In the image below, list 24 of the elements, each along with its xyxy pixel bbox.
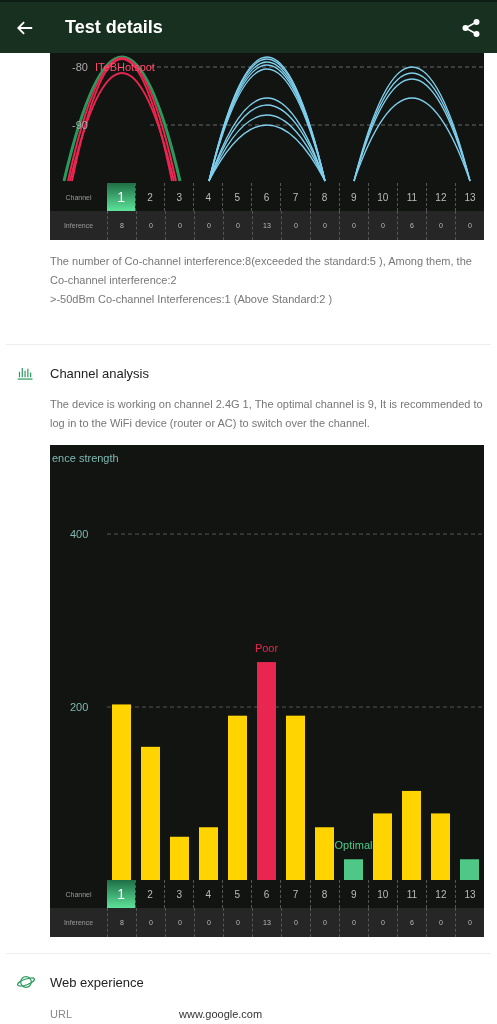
bar-annotation: Optimal bbox=[334, 839, 373, 852]
channel-description: The device is working on channel 2.4G 1, The optimal channel is 9, It is recommended to log in to the WiFi device (router or AC) to switch over the channel. bbox=[50, 397, 484, 431]
section-title: Web experience bbox=[50, 974, 144, 990]
screen-title: Test details bbox=[65, 17, 164, 38]
axis-tick: -80 bbox=[72, 61, 88, 73]
field-label: URL bbox=[50, 1008, 73, 1020]
bar bbox=[315, 827, 334, 880]
bar-annotation: Poor bbox=[254, 642, 279, 655]
field-value: www.google.com bbox=[179, 1008, 263, 1020]
bar bbox=[344, 859, 363, 880]
interference-text: >-50dBm Co-channel Interferences:1 (Above Standard:2 ) bbox=[50, 292, 334, 307]
axis-title: ence strength bbox=[52, 452, 119, 464]
bar bbox=[170, 836, 189, 880]
bar bbox=[373, 813, 392, 880]
section-title: Channel analysis bbox=[50, 365, 149, 381]
bar bbox=[460, 859, 479, 880]
axis-tick: 200 bbox=[70, 701, 89, 714]
axis-tick: 400 bbox=[70, 528, 89, 541]
bar bbox=[431, 813, 450, 880]
share-icon[interactable] bbox=[461, 17, 481, 38]
bar bbox=[199, 827, 218, 880]
interference-text: The number of Co-channel interference:8(exceeded the standard:5 ), Among them, the Co-channel interference:2 bbox=[50, 254, 473, 288]
bar-chart-icon bbox=[16, 366, 36, 380]
planet-icon bbox=[16, 974, 36, 990]
